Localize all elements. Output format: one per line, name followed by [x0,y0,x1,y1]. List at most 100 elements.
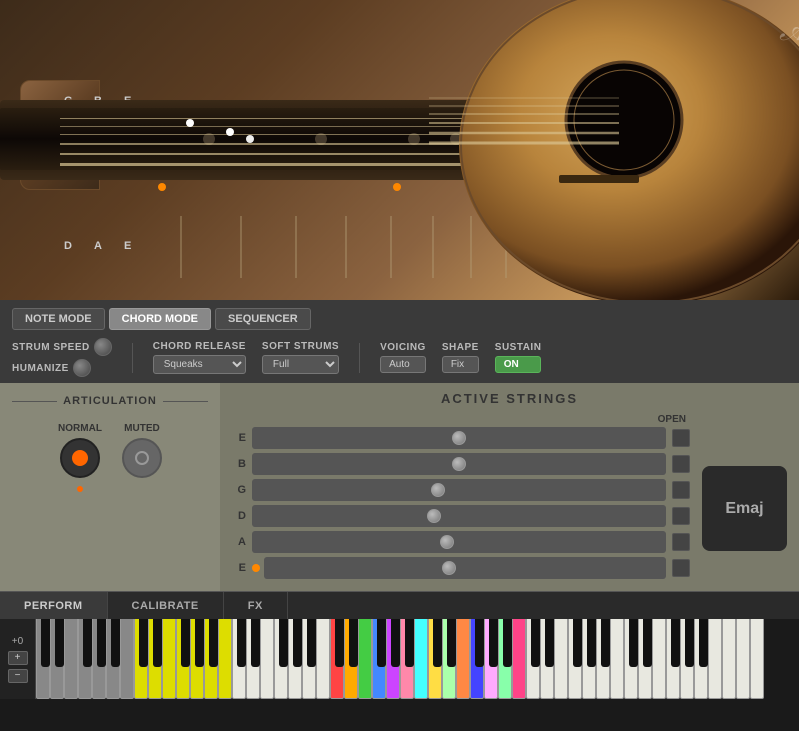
open-checkbox-a[interactable] [672,533,690,551]
white-key[interactable] [162,619,176,699]
black-key[interactable] [55,619,64,667]
white-key[interactable] [554,619,568,699]
black-key[interactable] [209,619,218,667]
black-key[interactable] [349,619,358,667]
articulation-panel: ARTICULATION NORMAL MUTED [0,383,220,591]
fret-dot-orange2 [393,183,401,191]
normal-button[interactable] [60,438,100,478]
black-key[interactable] [293,619,302,667]
black-key[interactable] [391,619,400,667]
black-key[interactable] [279,619,288,667]
black-key[interactable] [699,619,708,667]
black-key[interactable] [335,619,344,667]
sustain-toggle[interactable]: ON [495,356,542,373]
black-key[interactable] [111,619,120,667]
white-key[interactable] [64,619,78,699]
black-key[interactable] [153,619,162,667]
tab-calibrate[interactable]: CALIBRATE [108,592,224,619]
open-checkbox-e1[interactable] [672,429,690,447]
open-checkbox-e2[interactable] [672,559,690,577]
string-slider-e2[interactable] [264,557,666,579]
string-slider-a[interactable] [252,531,666,553]
black-key[interactable] [685,619,694,667]
strum-speed-knob[interactable] [94,338,112,356]
soft-strums-dropdown[interactable]: Full [262,355,339,374]
string-name-b: B [232,458,246,470]
white-key[interactable] [316,619,330,699]
white-key[interactable] [512,619,526,699]
piano-keyboard[interactable] [36,619,799,699]
open-checkbox-g[interactable] [672,481,690,499]
string-slider-b[interactable] [252,453,666,475]
black-key[interactable] [643,619,652,667]
black-key[interactable] [97,619,106,667]
black-key[interactable] [405,619,414,667]
black-key[interactable] [475,619,484,667]
black-key[interactable] [195,619,204,667]
black-key[interactable] [251,619,260,667]
white-key[interactable] [722,619,736,699]
note-mode-button[interactable]: NOTE MODE [12,308,105,330]
octave-display: +0 [12,636,23,647]
white-key[interactable] [736,619,750,699]
piano-section: +0 + − [0,619,799,699]
black-key[interactable] [237,619,246,667]
black-key[interactable] [531,619,540,667]
string-label-d: D [64,240,72,252]
string-slider-d[interactable] [252,505,666,527]
string-name-a: A [232,536,246,548]
black-key[interactable] [433,619,442,667]
active-strings-title: ACTIVE STRINGS [232,391,787,406]
black-key[interactable] [307,619,316,667]
black-key[interactable] [587,619,596,667]
string-slider-g[interactable] [252,479,666,501]
sequencer-button[interactable]: SEQUENCER [215,308,311,330]
string-row-a: A [232,531,690,553]
black-key[interactable] [447,619,456,667]
humanize-knob[interactable] [73,359,91,377]
black-key[interactable] [545,619,554,667]
black-key[interactable] [489,619,498,667]
black-key[interactable] [83,619,92,667]
octave-up-button[interactable]: + [8,651,28,665]
white-key[interactable] [750,619,764,699]
chord-mode-button[interactable]: CHORD MODE [109,308,211,330]
black-key[interactable] [671,619,680,667]
open-checkbox-b[interactable] [672,455,690,473]
svg-text:𝒜: 𝒜 [779,11,799,47]
black-key[interactable] [629,619,638,667]
black-key[interactable] [181,619,190,667]
black-key[interactable] [601,619,610,667]
muted-button-inner [135,451,149,465]
string-name-e2: E [232,562,246,574]
white-key[interactable] [358,619,372,699]
strum-speed-group: STRUM SPEED HUMANIZE [12,338,112,377]
black-key[interactable] [573,619,582,667]
white-key[interactable] [218,619,232,699]
black-key[interactable] [377,619,386,667]
white-key[interactable] [610,619,624,699]
black-key[interactable] [41,619,50,667]
tab-perform[interactable]: PERFORM [0,592,108,619]
muted-button[interactable] [122,438,162,478]
chord-release-dropdown[interactable]: Squeaks [153,355,246,374]
white-key[interactable] [260,619,274,699]
open-label: OPEN [658,414,686,425]
title-line-right [163,401,208,402]
open-checkbox-d[interactable] [672,507,690,525]
string-slider-e1[interactable] [252,427,666,449]
white-key[interactable] [414,619,428,699]
tab-fx[interactable]: FX [224,592,288,619]
octave-down-button[interactable]: − [8,669,28,683]
fret-line [240,216,242,278]
string-row-g: G [232,479,690,501]
white-key[interactable] [652,619,666,699]
fret-line [345,216,347,278]
string-row-e1: E [232,427,690,449]
white-key[interactable] [708,619,722,699]
white-key[interactable] [456,619,470,699]
chord-release-group: CHORD RELEASE Squeaks [153,341,246,374]
black-key[interactable] [139,619,148,667]
white-key[interactable] [120,619,134,699]
black-key[interactable] [503,619,512,667]
